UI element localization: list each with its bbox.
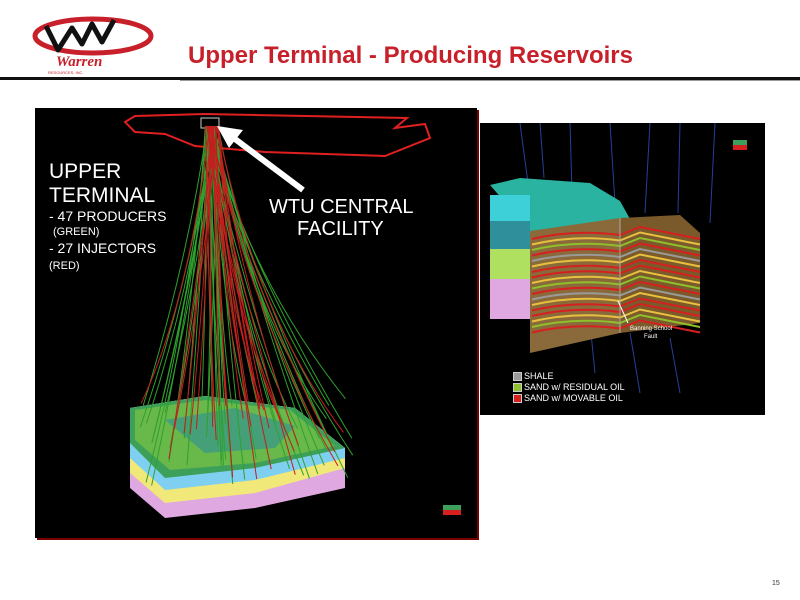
cross-section-image: Banning School Fault SHALE SAND w/ RESID… [480, 123, 765, 415]
reservoir-wells-image: UPPER TERMINAL - 47 PRODUCERS (GREEN) - … [35, 108, 477, 538]
label-producers: - 47 PRODUCERS [49, 208, 167, 224]
label-producers-color: (GREEN) [53, 226, 100, 238]
label-injectors-color: (RED) [49, 260, 80, 272]
legend-label-shale: SHALE [524, 371, 554, 381]
page-title: Upper Terminal - Producing Reservoirs [188, 42, 633, 69]
legend-label-residual-oil: SAND w/ RESIDUAL OIL [524, 382, 625, 392]
fault-label-line2: Fault [644, 334, 658, 340]
label-facility-line2: FACILITY [297, 218, 384, 240]
logo-subtext: RESOURCES, INC. [48, 70, 84, 75]
warren-swoosh-icon: Warren RESOURCES, INC. [32, 16, 154, 75]
fault-label-line1: Banning School [630, 326, 673, 332]
legend-swatch-shale [513, 372, 522, 381]
warren-logo: Warren RESOURCES, INC. [28, 8, 158, 76]
page-number: 15 [772, 580, 780, 587]
orientation-cube-icon [443, 505, 461, 515]
label-upper: UPPER [49, 160, 122, 183]
label-facility-line1: WTU CENTRAL [269, 196, 414, 218]
label-injectors: - 27 INJECTORS [49, 240, 157, 256]
label-terminal: TERMINAL [49, 184, 156, 207]
logo-text: Warren [56, 54, 102, 70]
legend-swatch-residual-oil [513, 383, 522, 392]
legend-label-movable-oil: SAND w/ MOVABLE OIL [524, 393, 623, 403]
legend-swatch-movable-oil [513, 394, 522, 403]
cross-section-render [490, 123, 747, 394]
header-subdivider [180, 80, 800, 81]
